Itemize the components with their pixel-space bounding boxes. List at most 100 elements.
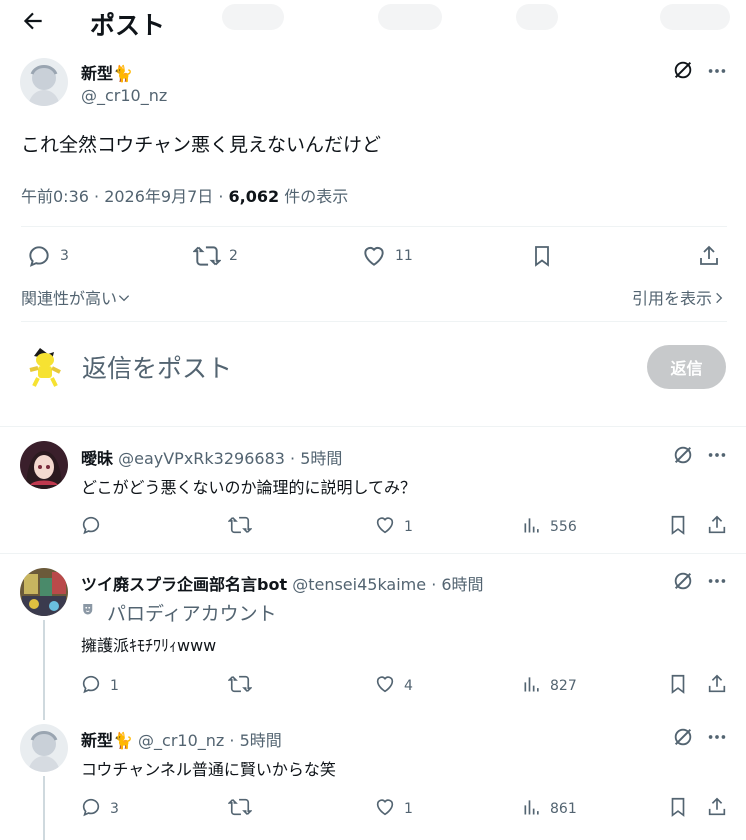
bookmark-button[interactable] xyxy=(667,514,689,540)
chevron-down-icon xyxy=(117,290,131,309)
share-button[interactable] xyxy=(697,243,721,269)
like-button[interactable]: 4 xyxy=(374,673,413,699)
reply-count: 3 xyxy=(110,801,119,817)
reply-count: 3 xyxy=(60,248,69,264)
bookmark-button[interactable] xyxy=(667,796,689,822)
divider xyxy=(0,426,746,427)
share-button[interactable] xyxy=(706,796,728,822)
thread-line xyxy=(43,776,45,840)
views-button[interactable]: 861 xyxy=(522,796,577,822)
grok-icon[interactable] xyxy=(672,444,694,466)
views-button[interactable]: 556 xyxy=(522,514,577,540)
sort-label: 関連性が高い xyxy=(21,289,118,308)
reply-icon xyxy=(80,673,102,699)
views-button[interactable]: 827 xyxy=(522,673,577,699)
bookmark-button[interactable] xyxy=(530,243,554,269)
avatar[interactable] xyxy=(20,568,68,616)
parody-label: パロディアカウント xyxy=(81,599,277,626)
bookmark-icon xyxy=(667,514,689,540)
more-options-icon[interactable] xyxy=(706,444,728,466)
bookmark-icon xyxy=(667,673,689,699)
reply-count: 1 xyxy=(110,678,119,694)
repost-icon xyxy=(227,673,253,699)
reply-text: どこがどう悪くないのか論理的に説明してみ？ xyxy=(81,478,417,497)
more-options-icon[interactable] xyxy=(706,570,728,592)
author-handle[interactable]: @_cr10_nz xyxy=(81,86,167,105)
divider xyxy=(21,226,727,227)
reply-sort-dropdown[interactable]: 関連性が高い xyxy=(21,285,131,309)
repost-button[interactable] xyxy=(227,514,253,540)
reply-button[interactable]: 1 xyxy=(80,673,119,699)
reply-time[interactable]: · 6時間 xyxy=(426,575,483,594)
repost-button[interactable] xyxy=(227,673,253,699)
reply-button[interactable] xyxy=(80,514,110,540)
avatar[interactable] xyxy=(20,441,68,489)
reply-composer-input[interactable]: 返信をポスト xyxy=(82,349,232,385)
heart-icon xyxy=(374,796,396,822)
reply-submit-button[interactable]: 返信 xyxy=(647,345,726,389)
share-icon xyxy=(697,243,721,269)
reply-author-name[interactable]: ツイ廃スプラ企画部名言bot xyxy=(81,575,287,594)
reply-author-display-name[interactable]: 新型 xyxy=(81,731,113,750)
like-button[interactable]: 11 xyxy=(361,243,413,269)
view-count: 6,062 xyxy=(228,187,280,206)
like-count: 1 xyxy=(404,519,413,535)
theater-masks-icon xyxy=(81,601,99,624)
more-options-icon[interactable] xyxy=(706,726,728,748)
heart-icon xyxy=(361,243,387,269)
repost-count: 2 xyxy=(229,248,238,264)
share-icon xyxy=(706,514,728,540)
reply-header: ツイ廃スプラ企画部名言bot @tensei45kaime · 6時間 xyxy=(81,571,484,595)
like-button[interactable]: 1 xyxy=(374,514,413,540)
grok-icon[interactable] xyxy=(672,570,694,592)
top-bar: ポスト xyxy=(0,0,746,44)
analytics-icon xyxy=(522,514,542,540)
reply-icon xyxy=(80,796,102,822)
like-count: 11 xyxy=(395,248,413,264)
bookmark-button[interactable] xyxy=(667,673,689,699)
bookmark-icon xyxy=(530,243,554,269)
back-arrow-icon[interactable] xyxy=(20,8,46,34)
reply-text: コウチャンネル普通に賢いからな笑 xyxy=(81,760,336,779)
author-name[interactable]: 新型🐈 xyxy=(81,60,133,84)
post-time[interactable]: 午前0:36 · 2026年9月7日 · xyxy=(21,187,229,206)
share-icon xyxy=(706,796,728,822)
reply-author-handle[interactable]: @eayVPxRk3296683 xyxy=(118,449,285,468)
avatar[interactable] xyxy=(20,58,68,106)
page-title: ポスト xyxy=(90,11,166,40)
reply-text: 擁護派ｷﾓﾁﾜﾘｨwww xyxy=(81,636,217,655)
more-options-icon[interactable] xyxy=(706,60,728,82)
analytics-icon xyxy=(522,673,542,699)
reply-author-handle[interactable]: @_cr10_nz xyxy=(138,731,224,750)
like-button[interactable]: 1 xyxy=(374,796,413,822)
repost-button[interactable] xyxy=(227,796,253,822)
author-display-name[interactable]: 新型 xyxy=(81,64,113,83)
reply-button[interactable]: 3 xyxy=(80,796,119,822)
view-count: 861 xyxy=(550,801,577,817)
like-count: 1 xyxy=(404,801,413,817)
view-quotes-label: 引用を表示 xyxy=(631,289,712,308)
my-avatar[interactable] xyxy=(20,342,68,390)
reply-time[interactable]: · 5時間 xyxy=(285,449,342,468)
repost-icon xyxy=(193,243,221,269)
thread-line xyxy=(43,620,45,720)
reply-header: 新型🐈 @_cr10_nz · 5時間 xyxy=(81,727,282,751)
reply-author-name[interactable]: 曖昧 xyxy=(81,449,113,468)
view-count: 827 xyxy=(550,678,577,694)
post-meta: 午前0:36 · 2026年9月7日 · 6,062 件の表示 xyxy=(21,183,348,207)
share-button[interactable] xyxy=(706,514,728,540)
reply-author-handle[interactable]: @tensei45kaime xyxy=(292,575,426,594)
share-button[interactable] xyxy=(706,673,728,699)
faded-background-item xyxy=(222,4,284,30)
grok-icon[interactable] xyxy=(672,726,694,748)
repost-button[interactable]: 2 xyxy=(193,243,238,269)
grok-icon[interactable] xyxy=(672,59,694,81)
cat-emoji-icon: 🐈 xyxy=(113,731,133,750)
reply-author-name[interactable]: 新型🐈 xyxy=(81,731,133,750)
view-quotes-link[interactable]: 引用を表示 xyxy=(632,285,726,309)
reply-icon xyxy=(26,243,52,269)
faded-background-item xyxy=(660,4,730,30)
reply-time[interactable]: · 5時間 xyxy=(224,731,281,750)
avatar[interactable] xyxy=(20,724,68,772)
reply-button[interactable]: 3 xyxy=(26,243,69,269)
